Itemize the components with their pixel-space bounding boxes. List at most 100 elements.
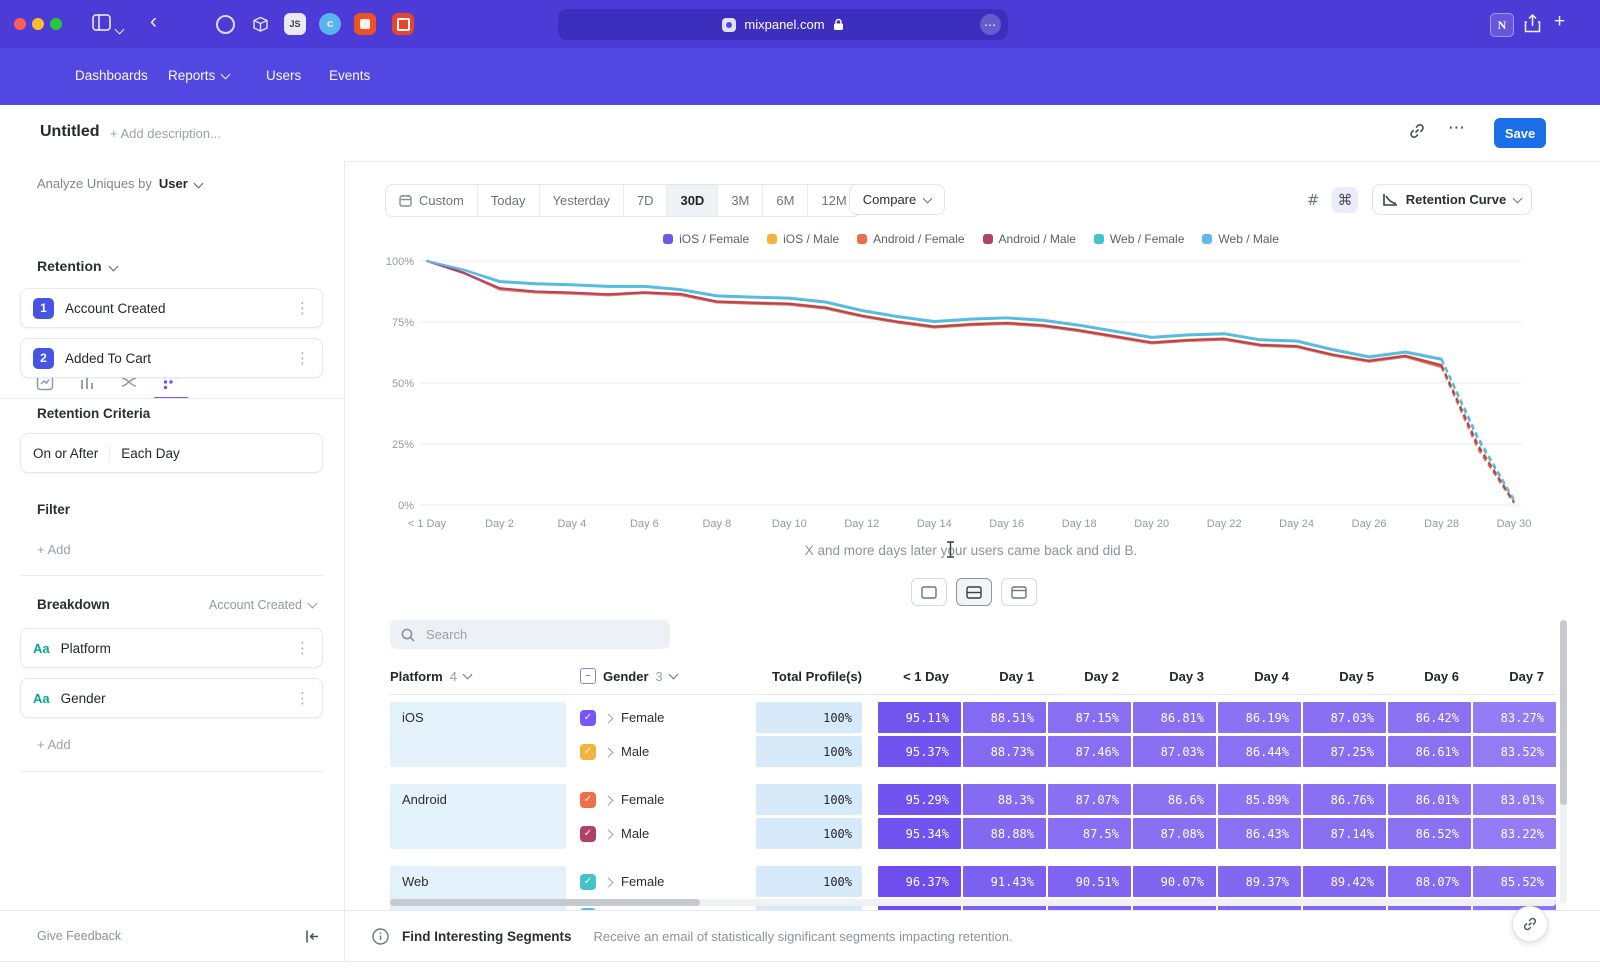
- total-profiles-cell[interactable]: 100%: [756, 702, 862, 733]
- table-row[interactable]: ✓Female100% 96.37%91.43%90.51%90.07%89.37…: [580, 866, 1556, 897]
- retention-step-2[interactable]: 2 Added To Cart ⋮: [20, 338, 323, 378]
- criteria-mode[interactable]: On or After: [33, 446, 98, 461]
- range-7d[interactable]: 7D: [623, 185, 667, 216]
- retention-value-cell[interactable]: 88.3%: [963, 784, 1046, 815]
- back-button[interactable]: ‹: [150, 10, 157, 34]
- total-profiles-cell[interactable]: 100%: [756, 784, 862, 815]
- extension-js-icon[interactable]: JS: [284, 13, 306, 35]
- day-header-day-3[interactable]: Day 3: [1133, 669, 1216, 684]
- split-view-toggle[interactable]: [956, 578, 992, 606]
- expand-chevron-icon[interactable]: [605, 710, 612, 725]
- platform-cell[interactable]: iOS: [390, 702, 566, 767]
- retention-value-cell[interactable]: 89.37%: [1218, 866, 1301, 897]
- row-checkbox[interactable]: ✓: [580, 874, 596, 890]
- collapse-all-checkbox[interactable]: –: [580, 668, 596, 684]
- retention-value-cell[interactable]: 89.42%: [1303, 866, 1386, 897]
- total-profiles-cell[interactable]: 100%: [756, 818, 862, 849]
- range-6m[interactable]: 6M: [762, 185, 807, 216]
- gender-cell[interactable]: ✓Female: [580, 792, 756, 808]
- horizontal-scrollbar-thumb[interactable]: [390, 899, 700, 906]
- retention-value-cell[interactable]: 86.61%: [1388, 736, 1471, 767]
- row-checkbox[interactable]: ✓: [580, 792, 596, 808]
- retention-value-cell[interactable]: 86.6%: [1133, 784, 1216, 815]
- breakdown-menu-icon[interactable]: ⋮: [295, 639, 310, 657]
- nav-item-users[interactable]: Users: [266, 68, 301, 83]
- retention-value-cell[interactable]: 88.07%: [1388, 866, 1471, 897]
- total-profiles-cell[interactable]: 100%: [756, 866, 862, 897]
- day-header-day-4[interactable]: Day 4: [1218, 669, 1301, 684]
- table-row[interactable]: ✓Female100%95.11%88.51%87.15%86.81%86.19…: [580, 702, 1556, 733]
- chart-only-toggle[interactable]: [911, 578, 947, 606]
- legend-item-android-male[interactable]: Android / Male: [983, 232, 1076, 246]
- retention-value-cell[interactable]: 87.14%: [1303, 818, 1386, 849]
- expand-chevron-icon[interactable]: [605, 826, 612, 841]
- breakdown-scope-dropdown[interactable]: Account Created: [209, 598, 316, 612]
- retention-value-cell[interactable]: 90.51%: [1048, 866, 1131, 897]
- retention-value-cell[interactable]: 87.15%: [1048, 702, 1131, 733]
- command-shortcut-icon[interactable]: ⌘: [1332, 187, 1358, 213]
- range-yesterday[interactable]: Yesterday: [539, 185, 623, 216]
- table-only-toggle[interactable]: [1001, 578, 1037, 606]
- legend-item-ios-female[interactable]: iOS / Female: [663, 232, 749, 246]
- gender-column-header[interactable]: – Gender3: [580, 668, 756, 684]
- extension-package-icon[interactable]: [249, 13, 271, 35]
- give-feedback-link[interactable]: Give Feedback: [37, 929, 121, 943]
- range-3m[interactable]: 3M: [717, 185, 762, 216]
- retention-value-cell[interactable]: 95.29%: [878, 784, 961, 815]
- retention-value-cell[interactable]: 95.37%: [878, 736, 961, 767]
- extension-red-app-icon[interactable]: [392, 13, 414, 35]
- analyze-entity-dropdown[interactable]: User: [159, 176, 188, 191]
- total-profiles-cell[interactable]: 100%: [756, 736, 862, 767]
- expand-chevron-icon[interactable]: [605, 792, 612, 807]
- retention-value-cell[interactable]: 87.03%: [1303, 702, 1386, 733]
- retention-value-cell[interactable]: 86.44%: [1218, 736, 1301, 767]
- breakdown-menu-icon[interactable]: ⋮: [295, 689, 310, 707]
- retention-value-cell[interactable]: 91.43%: [963, 866, 1046, 897]
- vertical-scrollbar-thumb[interactable]: [1560, 620, 1567, 805]
- close-window-button[interactable]: [14, 18, 26, 30]
- platform-cell[interactable]: Android: [390, 784, 566, 849]
- save-button[interactable]: Save: [1494, 118, 1546, 148]
- retention-value-cell[interactable]: 96.37%: [878, 866, 961, 897]
- gender-cell[interactable]: ✓Female: [580, 874, 756, 890]
- annotations-icon[interactable]: #: [1300, 187, 1326, 213]
- table-row[interactable]: ✓Female100%95.29%88.3%87.07%86.6%85.89%8…: [580, 784, 1556, 815]
- day-header-day-5[interactable]: Day 5: [1303, 669, 1386, 684]
- table-row[interactable]: ✓Male100%95.37%88.73%87.46%87.03%86.44%8…: [580, 736, 1556, 767]
- retention-criteria-control[interactable]: On or After Each Day: [20, 433, 323, 473]
- row-checkbox[interactable]: ✓: [580, 744, 596, 760]
- retention-value-cell[interactable]: 85.52%: [1473, 866, 1556, 897]
- row-checkbox[interactable]: ✓: [580, 710, 596, 726]
- expand-chevron-icon[interactable]: [605, 744, 612, 759]
- day-header--1-day[interactable]: < 1 Day: [878, 669, 961, 684]
- retention-value-cell[interactable]: 87.25%: [1303, 736, 1386, 767]
- nav-item-events[interactable]: Events: [329, 68, 370, 83]
- day-header-day-2[interactable]: Day 2: [1048, 669, 1131, 684]
- retention-value-cell[interactable]: 90.07%: [1133, 866, 1216, 897]
- table-search-input[interactable]: [424, 626, 648, 643]
- retention-value-cell[interactable]: 87.5%: [1048, 818, 1131, 849]
- retention-value-cell[interactable]: 85.89%: [1218, 784, 1301, 815]
- step-menu-icon[interactable]: ⋮: [295, 299, 310, 317]
- day-header-day-1[interactable]: Day 1: [963, 669, 1046, 684]
- retention-value-cell[interactable]: 87.08%: [1133, 818, 1216, 849]
- analyze-chevron-icon[interactable]: [195, 174, 202, 192]
- retention-value-cell[interactable]: 86.76%: [1303, 784, 1386, 815]
- retention-value-cell[interactable]: 86.01%: [1388, 784, 1471, 815]
- retention-value-cell[interactable]: 95.34%: [878, 818, 961, 849]
- breakdown-item-platform[interactable]: Aa Platform ⋮: [20, 628, 323, 668]
- more-actions-icon[interactable]: ⋯: [1448, 118, 1465, 138]
- legend-item-web-male[interactable]: Web / Male: [1202, 232, 1278, 246]
- retention-value-cell[interactable]: 88.88%: [963, 818, 1046, 849]
- extension-c-icon[interactable]: c: [319, 13, 341, 35]
- share-link-floating-button[interactable]: [1512, 906, 1548, 942]
- range-today[interactable]: Today: [477, 185, 539, 216]
- legend-item-ios-male[interactable]: iOS / Male: [767, 232, 839, 246]
- chart-type-dropdown[interactable]: Retention Curve: [1372, 184, 1532, 215]
- notion-icon[interactable]: N: [1490, 13, 1514, 37]
- segments-title[interactable]: Find Interesting Segments: [402, 929, 572, 944]
- retention-step-1[interactable]: 1 Account Created ⋮: [20, 288, 323, 328]
- day-header-day-7[interactable]: Day 7: [1473, 669, 1556, 684]
- add-description[interactable]: + Add description...: [110, 126, 221, 141]
- share-icon[interactable]: [1524, 14, 1541, 33]
